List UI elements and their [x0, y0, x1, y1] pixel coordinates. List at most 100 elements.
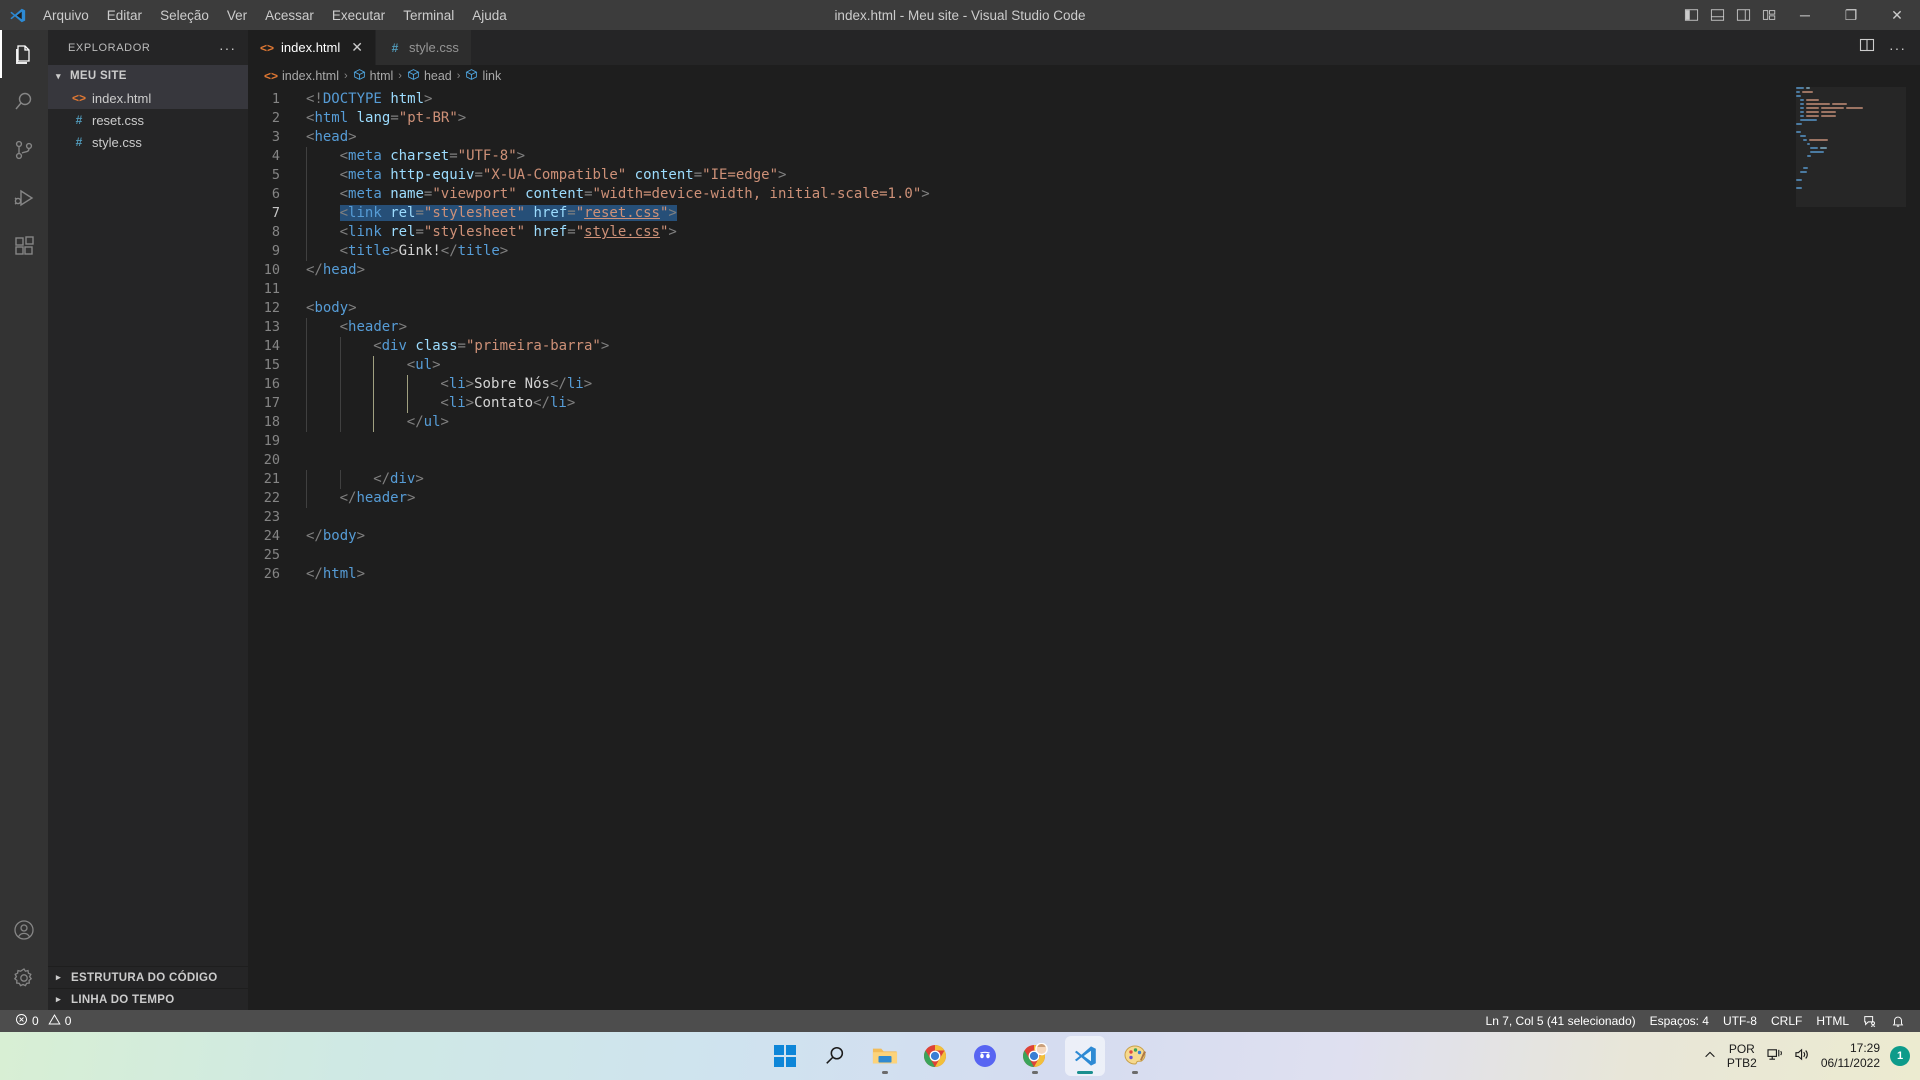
code-line[interactable]: 16 <li>Sobre Nós</li> [248, 375, 1920, 394]
code-line[interactable]: 21 </div> [248, 470, 1920, 489]
activity-extensions-icon[interactable] [0, 222, 48, 270]
code-line[interactable]: 11 [248, 280, 1920, 299]
file-item-style-css[interactable]: # style.css [48, 131, 248, 153]
status-bell-icon[interactable] [1884, 1010, 1912, 1032]
breadcrumb-item-head[interactable]: head [407, 68, 452, 84]
code-line[interactable]: 7 <link rel="stylesheet" href="reset.css"… [248, 204, 1920, 223]
code-line[interactable]: 26 </html> [248, 565, 1920, 584]
activity-settings-gear-icon[interactable] [0, 954, 48, 1002]
code-line[interactable]: 3 <head> [248, 128, 1920, 147]
tray-language-indicator[interactable]: POR PTB2 [1727, 1042, 1757, 1070]
menu-acessar[interactable]: Acessar [256, 4, 323, 27]
menu-executar[interactable]: Executar [323, 4, 394, 27]
line-content: </html> [306, 566, 366, 582]
warning-count: 0 [64, 1014, 72, 1028]
network-icon[interactable] [1767, 1047, 1784, 1065]
breadcrumb-item-html[interactable]: html [353, 68, 393, 84]
customize-layout-icon[interactable] [1756, 0, 1782, 30]
code-line[interactable]: 22 </header> [248, 489, 1920, 508]
file-item-reset-css[interactable]: # reset.css [48, 109, 248, 131]
volume-icon[interactable] [1794, 1047, 1811, 1065]
code-line[interactable]: 15 <ul> [248, 356, 1920, 375]
activity-bar [0, 30, 48, 1010]
symbol-field-icon [407, 68, 420, 84]
taskbar-chrome-profile-icon[interactable] [1015, 1036, 1055, 1076]
line-number: 1 [271, 91, 280, 107]
code-line[interactable]: 2 <html lang="pt-BR"> [248, 109, 1920, 128]
code-line[interactable]: 12 <body> [248, 299, 1920, 318]
code-line[interactable]: 5 <meta http-equiv="X-UA-Compatible" cont… [248, 166, 1920, 185]
taskbar-file-explorer-icon[interactable] [865, 1036, 905, 1076]
toggle-primary-sidebar-icon[interactable] [1678, 0, 1704, 30]
notification-badge[interactable]: 1 [1890, 1046, 1910, 1066]
panel-estrutura-do-codigo[interactable]: ▸ ESTRUTURA DO CÓDIGO [48, 966, 248, 988]
tray-language-line2: PTB2 [1726, 1056, 1757, 1070]
status-encoding[interactable]: UTF-8 [1716, 1010, 1764, 1032]
code-line[interactable]: 18 </ul> [248, 413, 1920, 432]
activity-run-debug-icon[interactable] [0, 174, 48, 222]
activity-search-icon[interactable] [0, 78, 48, 126]
editor-more-actions-icon[interactable]: ··· [1889, 40, 1906, 56]
tray-clock[interactable]: 17:29 06/11/2022 [1821, 1041, 1880, 1071]
code-line[interactable]: 20 [248, 451, 1920, 470]
chevron-up-icon[interactable] [1703, 1048, 1717, 1065]
menu-ver[interactable]: Ver [218, 4, 256, 27]
status-language-mode[interactable]: HTML [1809, 1010, 1856, 1032]
minimize-button[interactable]: ─ [1782, 0, 1828, 30]
status-problems[interactable]: 0 0 [8, 1010, 78, 1032]
file-item-index-html[interactable]: <> index.html [48, 87, 248, 109]
chevron-right-icon: ▸ [56, 972, 61, 982]
code-line[interactable]: 4 <meta charset="UTF-8"> [248, 147, 1920, 166]
editor-vertical-scrollbar[interactable] [1906, 87, 1920, 1010]
css-file-icon: # [75, 135, 83, 149]
status-eol[interactable]: CRLF [1764, 1010, 1809, 1032]
breadcrumb-item-file[interactable]: <> index.html [264, 69, 339, 83]
menu-selecao[interactable]: Seleção [151, 4, 218, 27]
code-line[interactable]: 23 [248, 508, 1920, 527]
code-line[interactable]: 6 <meta name="viewport" content="width=de… [248, 185, 1920, 204]
code-line[interactable]: 10 </head> [248, 261, 1920, 280]
code-line[interactable]: 13 <header> [248, 318, 1920, 337]
taskbar-start-button[interactable] [765, 1036, 805, 1076]
taskbar-discord-icon[interactable] [965, 1036, 1005, 1076]
code-line[interactable]: 9 <title>Gink!</title> [248, 242, 1920, 261]
taskbar-search-icon[interactable] [815, 1036, 855, 1076]
code-line[interactable]: 14 <div class="primeira-barra"> [248, 337, 1920, 356]
menu-arquivo[interactable]: Arquivo [34, 4, 98, 27]
taskbar-chrome-icon[interactable] [915, 1036, 955, 1076]
code-line[interactable]: 17 <li>Contato</li> [248, 394, 1920, 413]
activity-source-control-icon[interactable] [0, 126, 48, 174]
code-line[interactable]: 25 [248, 546, 1920, 565]
code-line[interactable]: 19 [248, 432, 1920, 451]
file-label: index.html [92, 90, 152, 106]
status-indentation[interactable]: Espaços: 4 [1643, 1010, 1716, 1032]
code-line[interactable]: 8 <link rel="stylesheet" href="style.css"… [248, 223, 1920, 242]
tab-index-html[interactable]: <> index.html ✕ [248, 30, 376, 65]
code-line[interactable]: 1 <!DOCTYPE html> [248, 90, 1920, 109]
explorer-more-actions-icon[interactable]: ··· [219, 40, 236, 56]
tab-close-icon[interactable]: ✕ [351, 39, 363, 56]
breadcrumb-item-link[interactable]: link [465, 68, 501, 84]
status-feedback-icon[interactable] [1856, 1010, 1884, 1032]
panel-linha-do-tempo[interactable]: ▸ LINHA DO TEMPO [48, 988, 248, 1010]
menu-terminal[interactable]: Terminal [394, 4, 463, 27]
code-line[interactable]: 24 </body> [248, 527, 1920, 546]
toggle-panel-icon[interactable] [1704, 0, 1730, 30]
status-cursor-position[interactable]: Ln 7, Col 5 (41 selecionado) [1479, 1010, 1643, 1032]
activity-accounts-icon[interactable] [0, 906, 48, 954]
toggle-secondary-sidebar-icon[interactable] [1730, 0, 1756, 30]
code-lines[interactable]: 1 <!DOCTYPE html> 2 <html lang="pt-BR"> 3 <he… [248, 87, 1920, 1010]
breadcrumb: <> index.html › html › head › link [248, 65, 1920, 87]
folder-meu-site[interactable]: ▾ MEU SITE [48, 65, 248, 87]
taskbar-paint-icon[interactable] [1115, 1036, 1155, 1076]
tab-style-css[interactable]: # style.css [375, 30, 472, 65]
close-button[interactable]: ✕ [1874, 0, 1920, 30]
maximize-restore-button[interactable]: ❐ [1828, 0, 1874, 30]
menu-editar[interactable]: Editar [98, 4, 151, 27]
line-content: <body> [306, 300, 357, 316]
editor-actions: ··· [1859, 30, 1920, 65]
menu-ajuda[interactable]: Ajuda [463, 4, 516, 27]
activity-explorer-icon[interactable] [0, 30, 48, 78]
taskbar-vscode-icon[interactable] [1065, 1036, 1105, 1076]
split-editor-icon[interactable] [1859, 37, 1875, 58]
